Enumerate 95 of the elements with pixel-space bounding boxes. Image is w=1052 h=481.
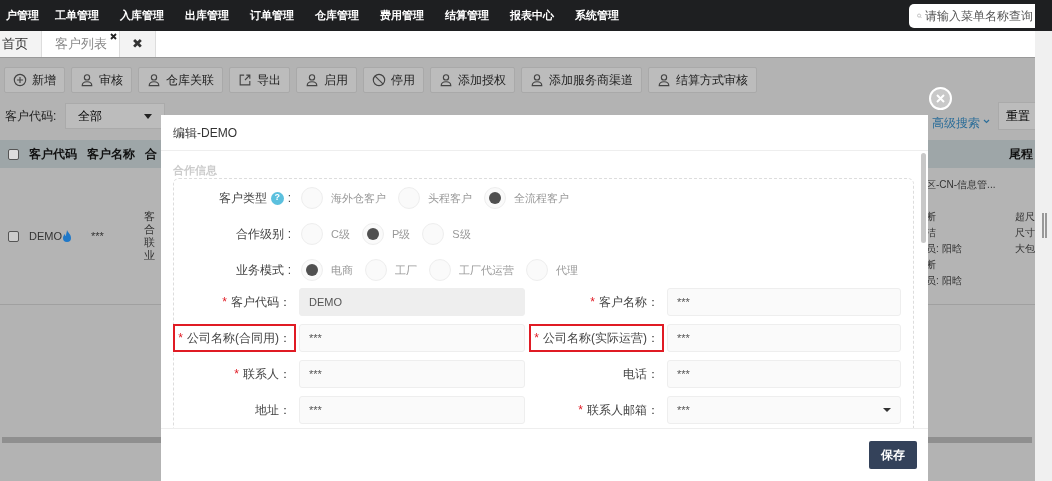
input-field[interactable]: *** xyxy=(667,360,901,388)
table-cell-text: DEMO xyxy=(29,228,62,244)
save-button[interactable]: 保存 xyxy=(869,441,917,469)
user-icon xyxy=(147,73,161,87)
reset-button[interactable]: 重置 xyxy=(998,102,1038,130)
dialog-title: 编辑-DEMO xyxy=(173,124,237,142)
toolbar-button[interactable]: 添加服务商渠道 xyxy=(521,67,642,93)
nav-item[interactable]: 系统管理 xyxy=(575,7,640,24)
nav-item[interactable]: 费用管理 xyxy=(380,7,445,24)
export-icon xyxy=(238,73,252,87)
input-field[interactable]: *** xyxy=(667,288,901,316)
cell-line: 员: 阳晗 xyxy=(926,274,963,288)
radio-label: C级 xyxy=(331,226,350,242)
nav-item[interactable]: 工单管理 xyxy=(55,7,120,24)
filter-label: 客户代码: xyxy=(5,108,58,125)
tab[interactable]: 首页 xyxy=(0,31,42,57)
cell-line: 客 xyxy=(144,210,155,223)
radio-label: 工厂代运营 xyxy=(459,262,514,278)
plus-circle-icon xyxy=(13,73,27,87)
toolbar-button[interactable]: 启用 xyxy=(296,67,357,93)
cell-line: 业 xyxy=(144,249,155,262)
toolbar-button[interactable]: 停用 xyxy=(363,67,424,93)
label-colon: : xyxy=(287,262,291,279)
field-label: * 联系人： xyxy=(233,366,292,383)
caret-icon xyxy=(144,113,152,119)
field-label: * 客户代码： xyxy=(221,294,292,311)
chevron-icon xyxy=(983,118,990,124)
radio-label: 电商 xyxy=(331,262,353,278)
radio-label: 全流程客户 xyxy=(514,190,569,206)
radio-label: 头程客户 xyxy=(428,190,472,206)
nav-item[interactable]: 入库管理 xyxy=(120,7,185,24)
column-header: 尾程 xyxy=(1009,146,1033,163)
select-field[interactable]: *** xyxy=(667,396,901,424)
radio-label: 工厂 xyxy=(395,262,417,278)
label-colon: : xyxy=(287,226,291,243)
radio-label: 代理 xyxy=(556,262,578,278)
user-icon xyxy=(657,73,671,87)
toolbar-button[interactable]: 仓库关联 xyxy=(138,67,223,93)
column-header: 客户代码 xyxy=(29,146,77,163)
cell-line: 大包 xyxy=(1015,242,1035,256)
user-icon xyxy=(80,73,94,87)
caret-icon xyxy=(883,408,891,412)
toolbar-button[interactable]: 结算方式审核 xyxy=(648,67,757,93)
field-label: 客户类型 xyxy=(218,190,267,207)
nav-item[interactable]: 订单管理 xyxy=(250,7,315,24)
ban-icon xyxy=(372,73,386,87)
field-label: 电话： xyxy=(622,366,660,383)
label-colon: : xyxy=(287,190,291,207)
table-cell-text: *** xyxy=(91,228,105,244)
input-field[interactable]: *** xyxy=(299,360,525,388)
input-field[interactable]: *** xyxy=(299,324,525,352)
radio-button[interactable] xyxy=(484,187,506,209)
field-label: * 客户名称： xyxy=(589,294,660,311)
nav-item[interactable]: 结算管理 xyxy=(445,7,510,24)
customer-code-select[interactable]: 全部 xyxy=(65,103,165,129)
cell-line: 合 xyxy=(144,223,155,236)
toolbar-button[interactable]: 审核 xyxy=(71,67,132,93)
radio-label: 海外仓客户 xyxy=(331,190,386,206)
help-icon: ? xyxy=(270,191,284,205)
nav-item[interactable]: 出库管理 xyxy=(185,7,250,24)
header-checkbox[interactable] xyxy=(8,148,19,160)
field-label: 业务模式 xyxy=(235,262,284,279)
column-header: 客户名称 xyxy=(87,146,135,163)
menu-search-field[interactable]: 请输入菜单名称查询 xyxy=(909,3,1035,28)
field-label: * 联系人邮箱： xyxy=(577,402,660,419)
toolbar-button[interactable]: 添加授权 xyxy=(430,67,515,93)
cell-line: 联 xyxy=(144,236,155,249)
user-icon xyxy=(305,73,319,87)
row-checkbox[interactable] xyxy=(8,230,19,242)
nav-item[interactable]: 仓库管理 xyxy=(315,7,380,24)
close-icon[interactable] xyxy=(110,33,117,40)
cell-line: 超尺 xyxy=(1015,210,1035,224)
radio-label: S级 xyxy=(452,226,471,242)
cell-line: 尺寸 xyxy=(1015,226,1035,240)
field-label: 合作级别 xyxy=(235,226,284,243)
input-field[interactable]: *** xyxy=(667,324,901,352)
field-label: 地址： xyxy=(254,402,292,419)
cell-line: 员: 阳晗 xyxy=(926,242,963,256)
flame-icon xyxy=(62,230,72,242)
toolbar-button[interactable]: 新增 xyxy=(4,67,65,93)
radio-button[interactable] xyxy=(361,223,384,245)
field-label: * 公司名称(合同用)： xyxy=(173,324,296,352)
resize-handle-icon[interactable] xyxy=(1042,213,1047,238)
radio-button[interactable] xyxy=(301,259,323,281)
column-header: 合 xyxy=(145,146,157,163)
tab[interactable]: ✖ xyxy=(120,31,156,57)
input-field[interactable]: DEMO xyxy=(299,288,525,316)
toolbar-button[interactable]: 导出 xyxy=(229,67,290,93)
field-label: * 公司名称(实际运营)： xyxy=(529,324,664,352)
user-icon xyxy=(439,73,453,87)
input-field[interactable]: *** xyxy=(299,396,525,424)
nav-item[interactable]: 户管理 xyxy=(0,7,55,24)
user-icon xyxy=(530,73,544,87)
nav-item[interactable]: 报表中心 xyxy=(510,7,575,24)
radio-label: P级 xyxy=(391,226,411,242)
